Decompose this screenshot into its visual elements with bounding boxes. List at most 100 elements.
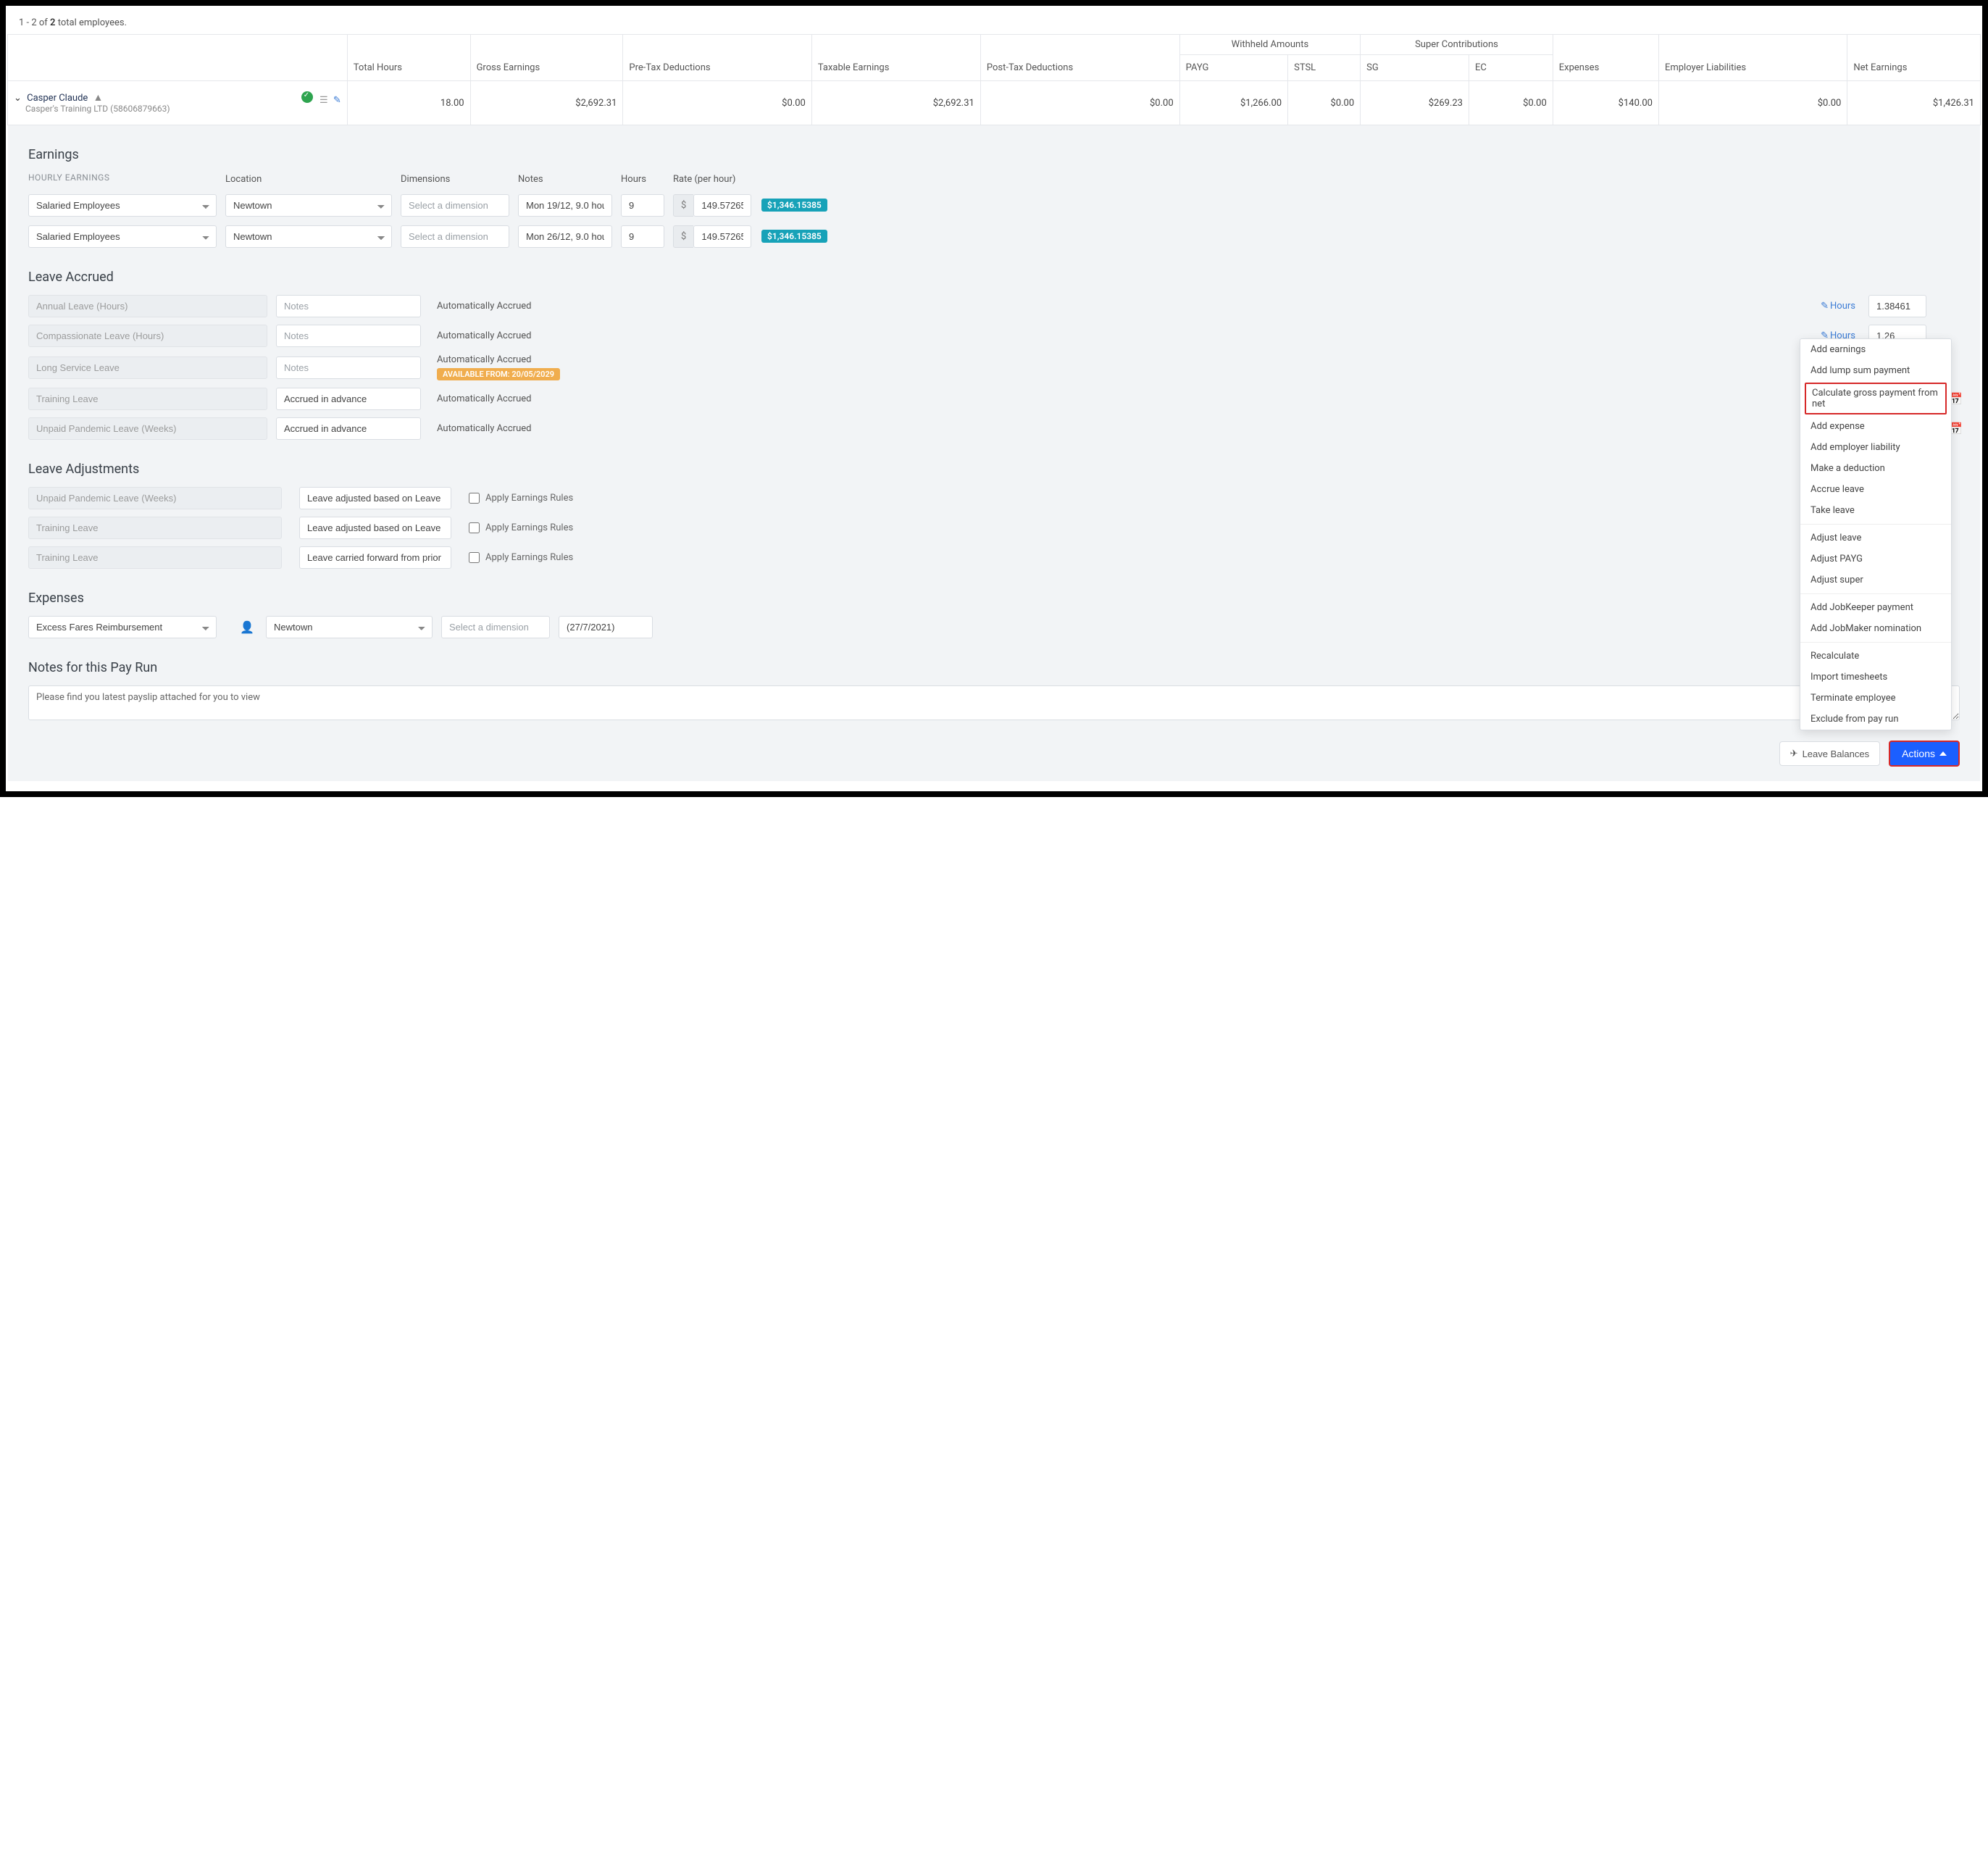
- earning-notes-input[interactable]: [518, 225, 612, 248]
- earning-type-select[interactable]: Salaried Employees: [28, 225, 217, 248]
- person-icon[interactable]: 👤: [240, 620, 257, 634]
- apply-earnings-rules-checkbox[interactable]: Apply Earnings Rules: [469, 522, 628, 533]
- dropdown-item[interactable]: Add employer liability: [1800, 437, 1951, 458]
- leave-accrued-title: Leave Accrued: [28, 270, 1960, 285]
- dropdown-item[interactable]: Exclude from pay run: [1800, 709, 1951, 730]
- earning-rate-input[interactable]: [693, 194, 751, 217]
- leave-type-select: Unpaid Pandemic Leave (Weeks): [28, 417, 267, 440]
- earning-location-select[interactable]: Newtown: [225, 194, 392, 217]
- edit-icon[interactable]: ✎: [1821, 301, 1829, 312]
- dropdown-item[interactable]: Import timesheets: [1800, 667, 1951, 688]
- dropdown-item[interactable]: Make a deduction: [1800, 458, 1951, 479]
- available-from-badge: AVAILABLE FROM: 20/05/2029: [437, 368, 560, 380]
- leave-value-input: [1868, 295, 1926, 317]
- apply-earnings-rules-checkbox[interactable]: Apply Earnings Rules: [469, 552, 628, 563]
- list-icon[interactable]: ☰: [320, 95, 328, 106]
- leave-notes-input[interactable]: [276, 295, 421, 317]
- dropdown-item[interactable]: Adjust super: [1800, 570, 1951, 591]
- earning-rate-input[interactable]: [693, 225, 751, 248]
- employee-subline: Casper's Training LTD (58606879663): [25, 104, 170, 114]
- leave-balances-button[interactable]: ✈ Leave Balances: [1779, 741, 1880, 766]
- earning-dimension-input[interactable]: [401, 225, 509, 248]
- th-payg: PAYG: [1179, 55, 1287, 81]
- leave-notes-input[interactable]: [276, 417, 421, 440]
- th-emp-liab: Employer Liabilities: [1658, 35, 1847, 81]
- expense-dimension-input[interactable]: [441, 616, 550, 638]
- auto-accrued-label: Automatically Accrued: [437, 423, 531, 434]
- apply-earnings-rules-checkbox[interactable]: Apply Earnings Rules: [469, 493, 628, 504]
- adjustment-row: Training Leave Apply Earnings Rules: [28, 546, 1960, 569]
- th-pretax: Pre-Tax Deductions: [623, 35, 811, 81]
- auto-accrued-label: Automatically Accrued: [437, 354, 531, 365]
- earnings-title: Earnings: [28, 147, 1960, 162]
- leave-adjustments-title: Leave Adjustments: [28, 462, 1960, 477]
- adjust-type-select: Training Leave: [28, 517, 282, 539]
- auto-accrued-label: Automatically Accrued: [437, 330, 531, 341]
- expense-date-input[interactable]: [559, 616, 653, 638]
- dollar-icon: $: [673, 194, 693, 217]
- th-expenses: Expenses: [1553, 35, 1658, 81]
- expenses-title: Expenses: [28, 591, 1960, 606]
- earning-type-select[interactable]: Salaried Employees: [28, 194, 217, 217]
- dropdown-item[interactable]: Recalculate: [1800, 646, 1951, 667]
- col-hours: Hours: [621, 174, 664, 185]
- auto-accrued-label: Automatically Accrued: [437, 301, 531, 312]
- earning-hours-input[interactable]: [621, 194, 664, 217]
- leave-row: Compassionate Leave (Hours)Automatically…: [28, 325, 1960, 347]
- dropdown-item[interactable]: Add expense: [1800, 416, 1951, 437]
- expense-location-select[interactable]: Newtown: [266, 616, 433, 638]
- leave-notes-input[interactable]: [276, 356, 421, 379]
- adjustment-row: Unpaid Pandemic Leave (Weeks) Apply Earn…: [28, 487, 1960, 509]
- col-location: Location: [225, 174, 392, 185]
- dropdown-item[interactable]: Accrue leave: [1800, 479, 1951, 500]
- th-posttax: Post-Tax Deductions: [980, 35, 1179, 81]
- actions-dropdown[interactable]: Add earningsAdd lump sum paymentCalculat…: [1800, 338, 1952, 730]
- expense-type-select[interactable]: Excess Fares Reimbursement: [28, 616, 217, 638]
- hourly-earnings-subhead: HOURLY EARNINGS: [28, 172, 217, 183]
- status-ok-icon: [301, 91, 313, 103]
- earning-rate-box[interactable]: $: [673, 194, 753, 217]
- auto-accrued-label: Automatically Accrued: [437, 393, 531, 404]
- th-gross: Gross Earnings: [470, 35, 623, 81]
- leave-row: Unpaid Pandemic Leave (Weeks) Automatical…: [28, 417, 1960, 440]
- earning-total-chip: $1,346.15385: [761, 199, 827, 212]
- leave-row: Training LeaveAutomatically Accrued✎Days…: [28, 388, 1960, 410]
- leave-type-select: Long Service Leave: [28, 356, 267, 379]
- plane-icon: ✈: [1790, 748, 1798, 759]
- adjust-type-select: Unpaid Pandemic Leave (Weeks): [28, 487, 282, 509]
- dropdown-item[interactable]: Terminate employee: [1800, 688, 1951, 709]
- dollar-icon: $: [673, 225, 693, 248]
- col-dimensions: Dimensions: [401, 174, 509, 185]
- th-super-group: Super Contributions: [1361, 35, 1553, 55]
- th-ec: EC: [1469, 55, 1553, 81]
- leave-notes-input[interactable]: [276, 325, 421, 347]
- warning-icon[interactable]: ▲: [93, 92, 104, 104]
- dropdown-item[interactable]: Calculate gross payment from net: [1805, 383, 1947, 414]
- earning-rate-box[interactable]: $: [673, 225, 753, 248]
- th-sg: SG: [1361, 55, 1469, 81]
- expand-chevron-icon[interactable]: ⌄: [14, 93, 22, 104]
- actions-button[interactable]: Actions: [1889, 741, 1960, 767]
- dropdown-item[interactable]: Adjust leave: [1800, 528, 1951, 549]
- caret-up-icon: [1939, 751, 1947, 756]
- earning-location-select[interactable]: Newtown: [225, 225, 392, 248]
- leave-unit-label: Hours: [1830, 301, 1855, 312]
- dropdown-item[interactable]: Add JobKeeper payment: [1800, 597, 1951, 618]
- table-row[interactable]: ⌄ Casper Claude ▲ ☰ ✎ Casper's Training …: [8, 81, 1981, 125]
- dropdown-item[interactable]: Add JobMaker nomination: [1800, 618, 1951, 639]
- dropdown-item[interactable]: Add lump sum payment: [1800, 360, 1951, 381]
- earning-notes-input[interactable]: [518, 194, 612, 217]
- leave-row: Long Service Leave Automatically Accrued A…: [28, 354, 1960, 380]
- employee-name[interactable]: Casper Claude: [27, 93, 88, 104]
- earning-dimension-input[interactable]: [401, 194, 509, 217]
- leave-notes-input[interactable]: [276, 388, 421, 410]
- edit-icon[interactable]: ✎: [333, 95, 341, 106]
- dropdown-item[interactable]: Take leave: [1800, 500, 1951, 521]
- dropdown-item[interactable]: Adjust PAYG: [1800, 549, 1951, 570]
- payrun-notes-textarea[interactable]: Please find you latest payslip attached …: [28, 685, 1960, 720]
- earning-hours-input[interactable]: [621, 225, 664, 248]
- leave-row: Annual Leave (Hours)Automatically Accrue…: [28, 295, 1960, 317]
- dropdown-item[interactable]: Add earnings: [1800, 339, 1951, 360]
- adjustment-row: Training Leave Apply Earnings Rules: [28, 517, 1960, 539]
- adjust-type-select: Training Leave: [28, 546, 282, 569]
